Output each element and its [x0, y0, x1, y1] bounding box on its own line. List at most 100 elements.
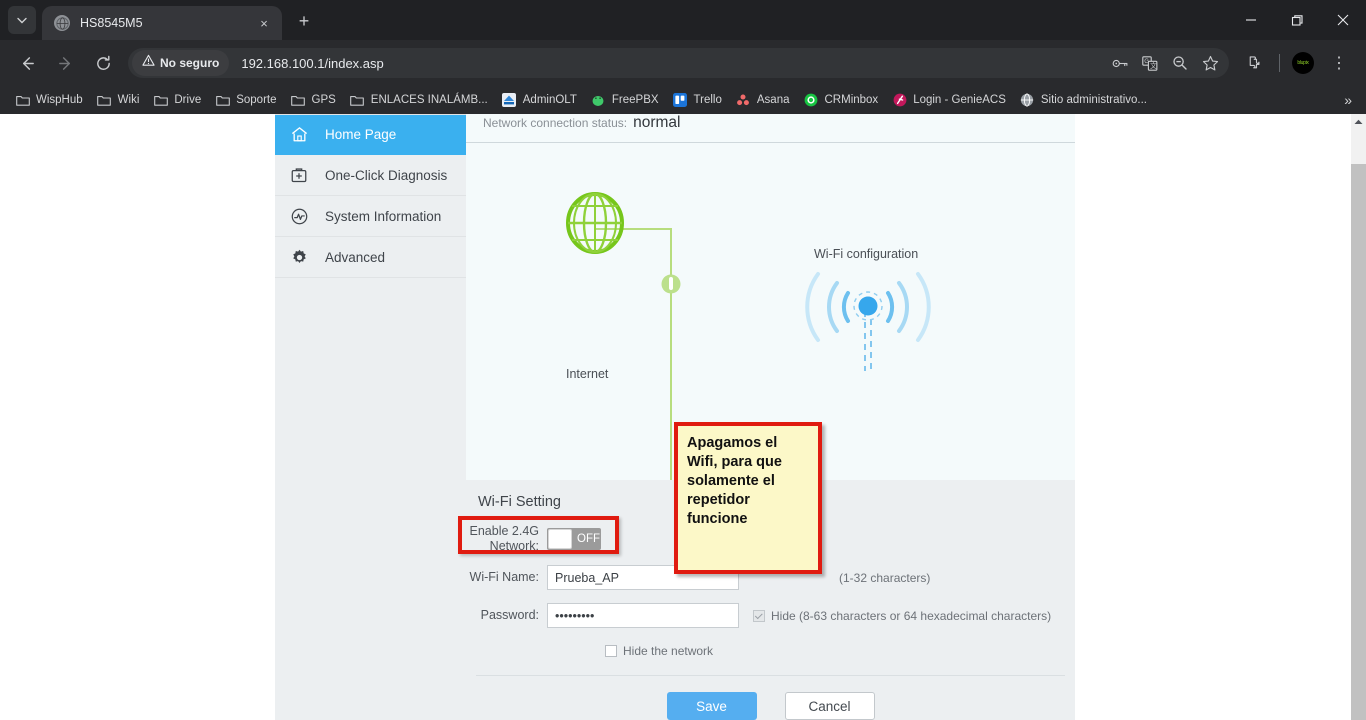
- bookmark-wisphub[interactable]: WispHub: [8, 90, 90, 111]
- restore-icon[interactable]: [1274, 0, 1320, 40]
- avatar[interactable]: blupix: [1292, 52, 1314, 74]
- bookmark-label: FreePBX: [612, 94, 659, 106]
- bookmark-enlaces-inalambricos[interactable]: ENLACES INALÁMB...: [343, 90, 495, 111]
- folder-icon: [97, 93, 112, 108]
- bookmark-label: Soporte: [236, 94, 276, 106]
- network-status-label: Network connection status:: [483, 116, 627, 130]
- folder-icon: [153, 93, 168, 108]
- bookmarks-overflow-button[interactable]: »: [1336, 86, 1360, 114]
- link-status-icon: [662, 275, 681, 294]
- bookmark-label: Sitio administrativo...: [1041, 94, 1147, 106]
- key-icon[interactable]: [1107, 50, 1133, 76]
- form-divider: [476, 675, 1065, 676]
- sidebar-item-advanced[interactable]: Advanced: [275, 237, 466, 278]
- site-icon-adminolt: [502, 93, 517, 108]
- bookmark-drive[interactable]: Drive: [146, 90, 208, 111]
- star-icon[interactable]: [1197, 50, 1223, 76]
- globe-icon: [568, 194, 622, 252]
- bookmark-label: GPS: [312, 94, 336, 106]
- annotation-note: Apagamos el Wifi, para que solamente el …: [674, 422, 822, 574]
- toggle-state-label: OFF: [577, 533, 600, 545]
- page-viewport: Home Page One-Click Diagnosis System Inf…: [0, 114, 1366, 720]
- url-text: 192.168.100.1/index.asp: [241, 56, 1105, 71]
- bookmark-wiki[interactable]: Wiki: [90, 90, 147, 111]
- wifi-name-hint: (1-32 characters): [839, 571, 930, 585]
- tab-strip: HS8545M5 × +: [0, 0, 1366, 40]
- bookmark-label: CRMinbox: [825, 94, 879, 106]
- omnibox-actions: G文: [1105, 50, 1225, 76]
- security-status-text: No seguro: [160, 56, 219, 70]
- network-status-value: normal: [633, 114, 680, 132]
- annotation-note-text: Apagamos el Wifi, para que solamente el …: [687, 434, 809, 529]
- password-label: Password:: [466, 608, 547, 623]
- sidebar-item-one-click-diagnosis[interactable]: One-Click Diagnosis: [275, 155, 466, 196]
- browser-tab[interactable]: HS8545M5 ×: [42, 6, 282, 40]
- sidebar-item-label: System Information: [325, 209, 441, 224]
- puzzle-icon[interactable]: [1239, 48, 1269, 78]
- password-input[interactable]: [547, 603, 739, 628]
- bookmark-crminbox[interactable]: CRMinbox: [797, 90, 886, 111]
- bookmark-label: WispHub: [36, 94, 83, 106]
- bookmark-genieacs[interactable]: Login - GenieACS: [885, 90, 1013, 111]
- sidebar-item-label: Home Page: [325, 127, 396, 142]
- sidebar: Home Page One-Click Diagnosis System Inf…: [275, 114, 466, 278]
- site-icon-asana: [736, 93, 751, 108]
- folder-icon: [291, 93, 306, 108]
- address-bar[interactable]: No seguro 192.168.100.1/index.asp G文: [128, 48, 1229, 78]
- bookmarks-bar: WispHub Wiki Drive Soporte GPS ENLACES I…: [0, 86, 1366, 114]
- bookmark-label: ENLACES INALÁMB...: [371, 94, 488, 106]
- bookmark-freepbx[interactable]: FreePBX: [584, 90, 666, 111]
- translate-icon[interactable]: G文: [1137, 50, 1163, 76]
- forward-icon[interactable]: [50, 48, 80, 78]
- folder-icon: [215, 93, 230, 108]
- bookmark-gps[interactable]: GPS: [284, 90, 343, 111]
- new-tab-button[interactable]: +: [290, 7, 318, 35]
- sidebar-item-label: One-Click Diagnosis: [325, 168, 447, 183]
- svg-text:文: 文: [1150, 61, 1157, 70]
- internet-label: Internet: [566, 367, 608, 381]
- browser-menu-icon[interactable]: ⋮: [1324, 48, 1354, 78]
- scrollbar-thumb[interactable]: [1351, 164, 1366, 720]
- cancel-button[interactable]: Cancel: [785, 692, 875, 720]
- hide-network-label: Hide the network: [623, 644, 713, 658]
- enable-2g-network-label: Enable 2.4G Network:: [466, 524, 547, 554]
- password-hide-row: Hide (8-63 characters or 64 hexadecimal …: [753, 609, 1051, 623]
- back-icon[interactable]: [12, 48, 42, 78]
- password-hide-checkbox[interactable]: [753, 610, 765, 622]
- toggle-knob: [548, 529, 572, 549]
- hide-network-checkbox[interactable]: [605, 645, 617, 657]
- bookmark-trello[interactable]: Trello: [666, 90, 729, 111]
- globe-icon: [1020, 93, 1035, 108]
- site-icon-crminbox: [804, 93, 819, 108]
- bookmark-label: Wiki: [118, 94, 140, 106]
- window-controls: [1228, 0, 1366, 40]
- bookmark-asana[interactable]: Asana: [729, 90, 797, 111]
- bookmark-sitio-administrativo[interactable]: Sitio administrativo...: [1013, 90, 1154, 111]
- save-button[interactable]: Save: [667, 692, 757, 720]
- network-status-bar: Network connection status: normal: [466, 114, 1075, 143]
- bookmark-soporte[interactable]: Soporte: [208, 90, 283, 111]
- sidebar-item-system-information[interactable]: System Information: [275, 196, 466, 237]
- scroll-up-arrow-icon[interactable]: [1351, 114, 1366, 130]
- close-icon[interactable]: ×: [254, 13, 274, 33]
- bookmark-adminolt[interactable]: AdminOLT: [495, 90, 584, 111]
- password-hide-label: Hide (8-63 characters or 64 hexadecimal …: [771, 609, 1051, 623]
- close-window-icon[interactable]: [1320, 0, 1366, 40]
- router-admin-page: Home Page One-Click Diagnosis System Inf…: [0, 114, 1351, 720]
- reload-icon[interactable]: [88, 48, 118, 78]
- zoom-out-icon[interactable]: [1167, 50, 1193, 76]
- vertical-scrollbar[interactable]: [1351, 114, 1366, 720]
- form-actions: Save Cancel: [466, 692, 1075, 720]
- enable-label-line2: Network:: [466, 539, 539, 554]
- security-status-chip[interactable]: No seguro: [132, 50, 229, 76]
- sidebar-item-home-page[interactable]: Home Page: [275, 114, 466, 155]
- bookmark-label: Drive: [174, 94, 201, 106]
- enable-2g-network-toggle[interactable]: OFF: [547, 528, 601, 550]
- first-aid-kit-icon: [287, 166, 311, 184]
- bookmark-label: AdminOLT: [523, 94, 577, 106]
- hide-network-row: Hide the network: [466, 634, 1075, 667]
- password-row: Password: Hide (8-63 characters or 64 he…: [466, 599, 1075, 632]
- minimize-icon[interactable]: [1228, 0, 1274, 40]
- tab-search-button[interactable]: [8, 6, 36, 34]
- browser-toolbar: No seguro 192.168.100.1/index.asp G文: [0, 40, 1366, 86]
